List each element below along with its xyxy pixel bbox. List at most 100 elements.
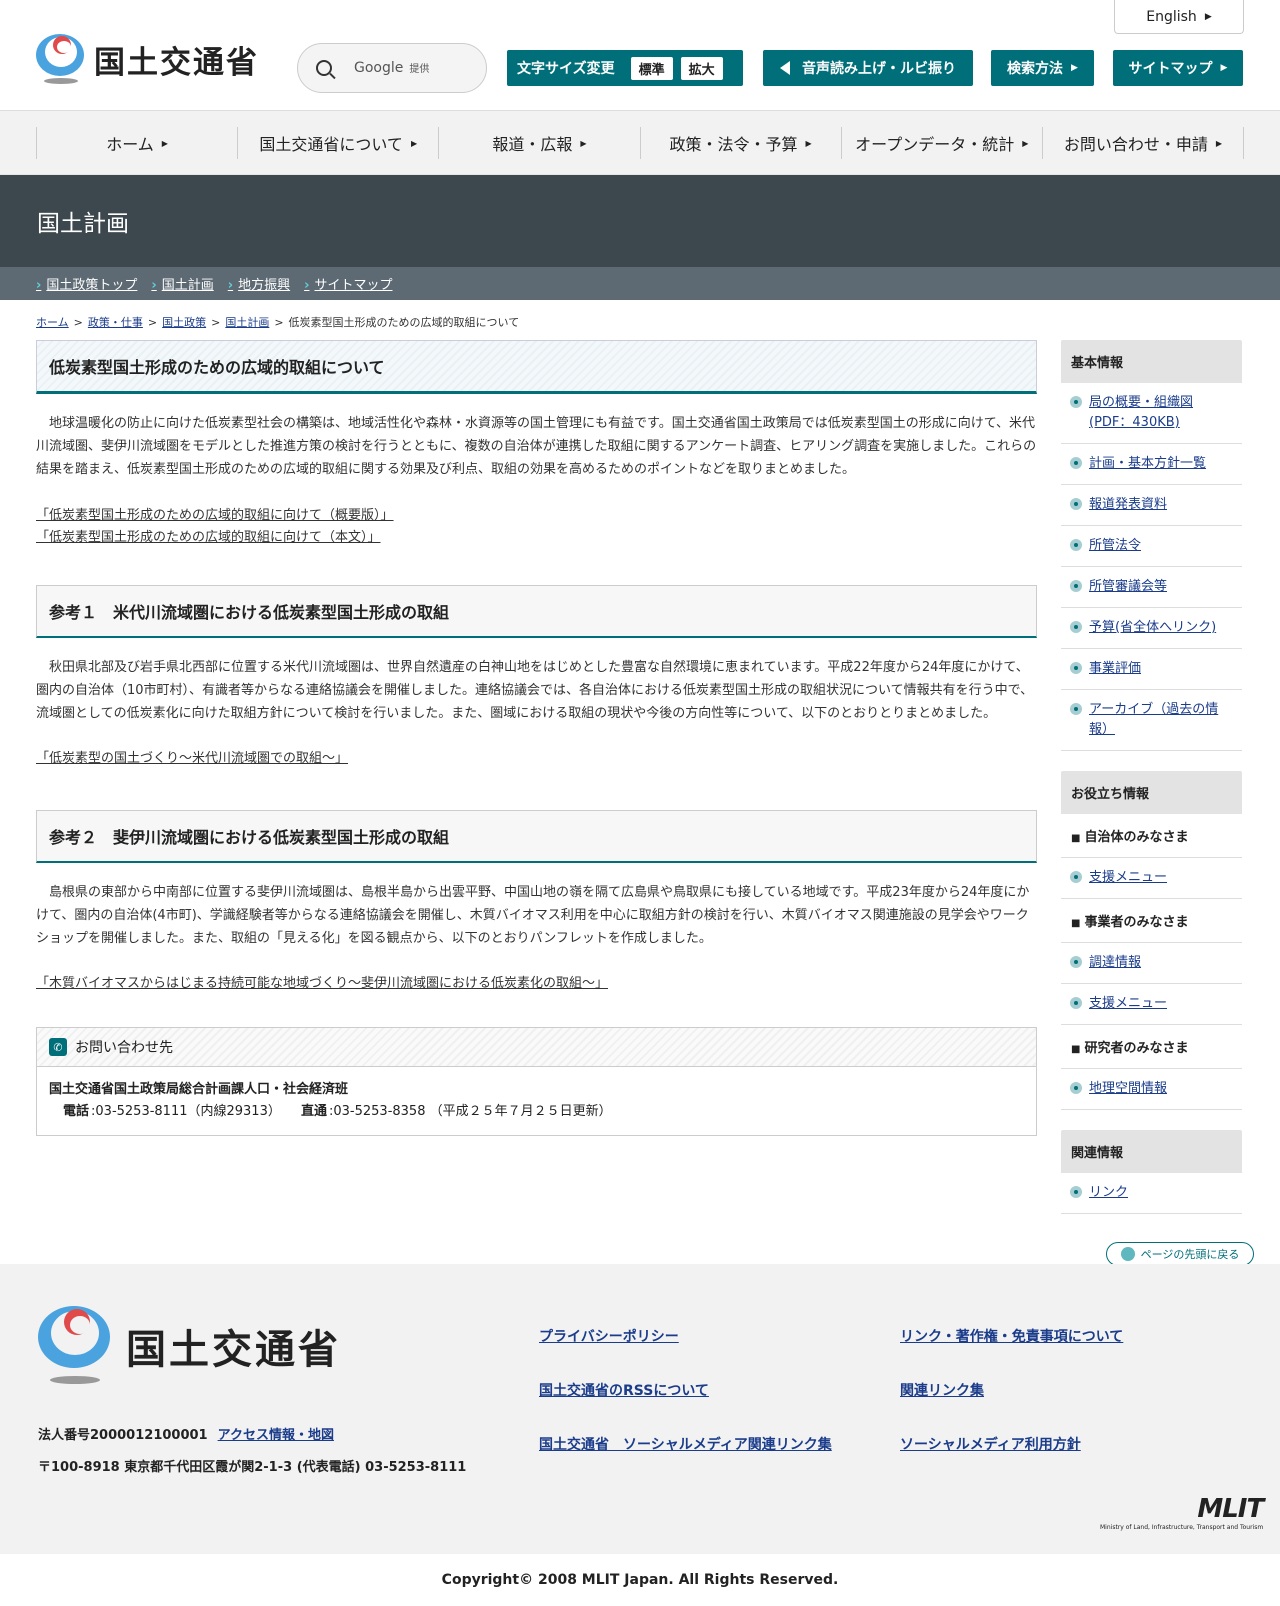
font-size-large-button[interactable]: 拡大: [680, 56, 723, 80]
sidebar-item-archive[interactable]: アーカイブ（過去の情報）: [1089, 702, 1218, 737]
sidebar-item-plans[interactable]: 計画・基本方針一覧: [1089, 456, 1206, 471]
breadcrumb-current: 低炭素型国土形成のための広域的取組について: [288, 316, 520, 329]
sidebar-item-overview[interactable]: 局の概要・組織図(PDF：430KB): [1089, 395, 1193, 430]
ref2-link[interactable]: 「木質バイオマスからはじまる持続可能な地域づくり～斐伊川流域圏における低炭素化の…: [36, 976, 608, 991]
sidebar-item-geospatial[interactable]: 地理空間情報: [1089, 1081, 1167, 1096]
font-size-label: 文字サイズ変更: [517, 61, 615, 77]
breadcrumb: ホーム > 政策・仕事 > 国土政策 > 国土計画 > 低炭素型国土形成のための広域的取組につい…: [0, 300, 1280, 340]
english-link[interactable]: English: [1114, 0, 1244, 34]
content-wrap: 低炭素型国土形成のための広域的取組について 地球温暖化の防止に向けた低炭素型社会…: [0, 340, 1280, 1234]
footer-address: 〒100-8918 東京都千代田区霞が関2-1-3 (代表電話) 03-5253…: [38, 1460, 467, 1475]
ref1-links: 「低炭素型の国土づくり～米代川流域圏での取組～」: [36, 747, 1037, 766]
sidebar-item-press[interactable]: 報道発表資料: [1089, 497, 1167, 512]
sidebar-cat-gov: 自治体のみなさま: [1061, 814, 1242, 858]
gnav-item-press[interactable]: 報道・広報: [438, 127, 639, 159]
breadcrumb-sep: >: [73, 316, 83, 329]
sidebar-item-links[interactable]: リンク: [1089, 1185, 1128, 1200]
sidebar-useful-title: お役立ち情報: [1061, 771, 1242, 814]
subnav-item-top[interactable]: 国土政策トップ: [36, 274, 137, 293]
subnav-item-plan[interactable]: 国土計画: [151, 274, 214, 293]
tel-value: :03-5253-8111（内線29313）: [91, 1104, 281, 1119]
footer-info: 法人番号2000012100001 アクセス情報・地図 〒100-8918 東京都…: [38, 1420, 466, 1484]
sitemap-label: サイトマップ: [1128, 61, 1213, 77]
footer-link-copyright[interactable]: リンク・著作権・免責事項について: [900, 1326, 1123, 1346]
footer-site-name: 国土交通省: [126, 1327, 341, 1373]
main-content: 低炭素型国土形成のための広域的取組について 地球温暖化の防止に向けた低炭素型社会…: [36, 340, 1037, 1234]
breadcrumb-home[interactable]: ホーム: [36, 316, 69, 329]
global-nav: ホーム 国土交通省について 報道・広報 政策・法令・予算 オープンデータ・統計 …: [0, 111, 1280, 175]
gnav-item-opendata[interactable]: オープンデータ・統計: [840, 127, 1042, 159]
mlit-logo-icon: [38, 1306, 112, 1386]
sidebar-item-councils[interactable]: 所管審議会等: [1089, 579, 1167, 594]
breadcrumb-national[interactable]: 国土政策: [162, 316, 206, 329]
search-icon: [316, 60, 332, 76]
subnav-item-regional[interactable]: 地方振興: [228, 274, 290, 293]
sidebar-item-laws[interactable]: 所管法令: [1089, 538, 1141, 553]
breadcrumb-sep: >: [211, 316, 221, 329]
voice-label: 音声読み上げ・ルビ振り: [802, 61, 956, 77]
sidebar-basic-title: 基本情報: [1061, 340, 1242, 383]
direct-label: 直通: [300, 1104, 327, 1119]
sitemap-button[interactable]: サイトマップ: [1113, 50, 1243, 86]
search-box[interactable]: Google 提供: [297, 43, 487, 93]
report-links: 「低炭素型国土形成のための広域的取組に向けて（概要版）」 「低炭素型国土形成のた…: [36, 505, 1037, 549]
footer-links-col1: プライバシーポリシー 国土交通省のRSSについて 国土交通省 ソーシャルメディア…: [539, 1326, 832, 1488]
direct-value: :03-5253-8358 （平成２５年７月２５日更新）: [329, 1104, 612, 1119]
search-method-button[interactable]: 検索方法: [991, 50, 1094, 86]
gnav-item-about[interactable]: 国土交通省について: [237, 127, 438, 159]
contact-box: ✆ お問い合わせ先 国土交通省国土政策局総合計画課人口・社会経済班 電話:03-…: [36, 1027, 1037, 1136]
back-to-top-button[interactable]: ページの先頭に戻る: [1106, 1242, 1254, 1266]
access-link[interactable]: アクセス情報・地図: [218, 1428, 334, 1443]
subnav-item-sitemap[interactable]: サイトマップ: [304, 274, 392, 293]
mlit-wordmark-sub: Ministry of Land, Infrastructure, Transp…: [1100, 1524, 1264, 1531]
sidebar-related-title: 関連情報: [1061, 1130, 1242, 1173]
sidebar: 基本情報 局の概要・組織図(PDF：430KB) 計画・基本方針一覧 報道発表資…: [1061, 340, 1242, 1234]
mlit-wordmark: MLIT Ministry of Land, Infrastructure, T…: [1100, 1494, 1264, 1531]
copyright: Copyright© 2008 MLIT Japan. All Rights R…: [441, 1572, 839, 1588]
sidebar-related: 関連情報 リンク: [1061, 1130, 1242, 1214]
section-subnav: 国土政策トップ 国土計画 地方振興 サイトマップ: [0, 267, 1280, 300]
ref2-heading: 参考２ 斐伊川流域圏における低炭素型国土形成の取組: [36, 810, 1037, 863]
font-size-control: 文字サイズ変更 標準 拡大: [507, 50, 743, 86]
breadcrumb-policy[interactable]: 政策・仕事: [88, 316, 143, 329]
gnav-item-contact[interactable]: お問い合わせ・申請: [1041, 127, 1245, 159]
section-banner: 国土計画: [0, 175, 1280, 267]
full-report-link[interactable]: 「低炭素型国土形成のための広域的取組に向けて（本文）」: [36, 527, 1037, 549]
footer-links-col2: リンク・著作権・免責事項について 関連リンク集 ソーシャルメディア利用方針: [900, 1326, 1123, 1488]
breadcrumb-plan[interactable]: 国土計画: [225, 316, 269, 329]
site-name: 国土交通省: [94, 44, 259, 81]
sidebar-item-budget[interactable]: 予算(省全体へリンク): [1089, 620, 1216, 635]
footer-link-privacy[interactable]: プライバシーポリシー: [539, 1326, 832, 1346]
sidebar-item-procurement[interactable]: 調達情報: [1089, 955, 1141, 970]
voice-button[interactable]: 音声読み上げ・ルビ振り: [763, 50, 973, 86]
footer-link-social[interactable]: 国土交通省 ソーシャルメディア関連リンク集: [539, 1434, 832, 1454]
font-size-standard-button[interactable]: 標準: [630, 56, 673, 80]
sidebar-item-biz-support[interactable]: 支援メニュー: [1089, 996, 1167, 1011]
section-title: 国土計画: [37, 211, 129, 237]
breadcrumb-sep: >: [274, 316, 284, 329]
arrow-up-icon: [1120, 1247, 1135, 1261]
mlit-wordmark-text: MLIT: [1197, 1494, 1264, 1524]
intro-paragraph: 地球温暖化の防止に向けた低炭素型社会の構築は、地域活性化や森林・水資源等の国土管…: [36, 416, 1037, 477]
footer-logo[interactable]: 国土交通省: [38, 1306, 341, 1386]
back-to-top-label: ページの先頭に戻る: [1140, 1248, 1240, 1261]
ref1-paragraph: 秋田県北部及び岩手県北西部に位置する米代川流域圏は、世界自然遺産の白神山地をはじ…: [36, 660, 1034, 721]
search-method-label: 検索方法: [1007, 61, 1064, 77]
ref1-link[interactable]: 「低炭素型の国土づくり～米代川流域圏での取組～」: [36, 751, 348, 766]
site-header: 国土交通省 Google提供 English 文字サイズ変更 標準 拡大 音声読…: [0, 0, 1280, 111]
corp-number: 法人番号2000012100001: [38, 1428, 208, 1443]
summary-report-link[interactable]: 「低炭素型国土形成のための広域的取組に向けて（概要版）」: [36, 505, 1037, 527]
site-footer: 国土交通省 法人番号2000012100001 アクセス情報・地図 〒100-89…: [0, 1264, 1280, 1554]
contact-org: 国土交通省国土政策局総合計画課人口・社会経済班: [49, 1082, 349, 1097]
footer-link-related[interactable]: 関連リンク集: [900, 1380, 1123, 1400]
site-logo[interactable]: 国土交通省: [36, 34, 259, 84]
gnav-item-home[interactable]: ホーム: [36, 127, 237, 159]
mlit-logo-icon: [36, 34, 86, 84]
gnav-item-policy[interactable]: 政策・法令・予算: [639, 127, 841, 159]
sidebar-basic: 基本情報 局の概要・組織図(PDF：430KB) 計画・基本方針一覧 報道発表資…: [1061, 340, 1242, 751]
sidebar-item-gov-support[interactable]: 支援メニュー: [1089, 870, 1167, 885]
footer-link-rss[interactable]: 国土交通省のRSSについて: [539, 1380, 832, 1400]
sidebar-item-evaluation[interactable]: 事業評価: [1089, 661, 1141, 676]
ref1-heading: 参考１ 米代川流域圏における低炭素型国土形成の取組: [36, 585, 1037, 638]
footer-link-social-policy[interactable]: ソーシャルメディア利用方針: [900, 1434, 1123, 1454]
